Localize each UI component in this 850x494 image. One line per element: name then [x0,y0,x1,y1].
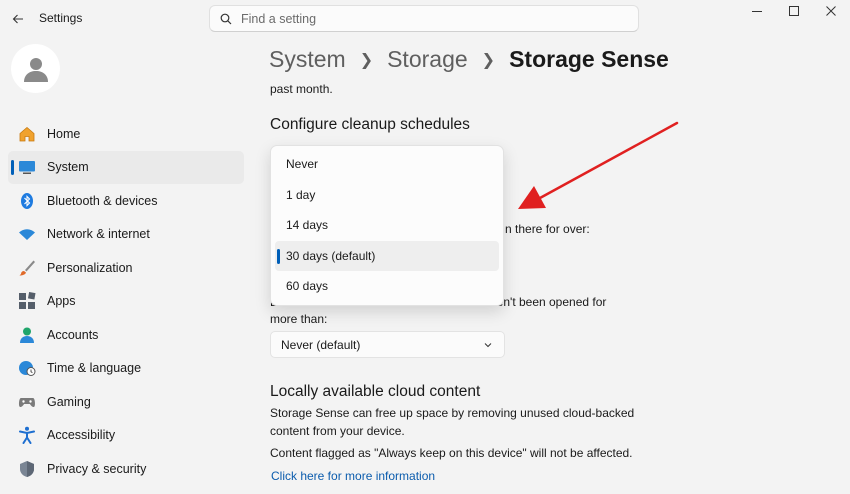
sidebar-item-personalization[interactable]: Personalization [8,251,244,285]
maximize-icon [789,6,799,16]
network-icon [18,225,36,243]
sidebar-item-label: Bluetooth & devices [47,193,158,208]
sidebar-item-label: Accessibility [47,428,116,443]
dropdown-option-30-days[interactable]: 30 days (default) [275,240,499,271]
avatar[interactable] [11,44,60,93]
sidebar-item-bluetooth[interactable]: Bluetooth & devices [8,184,244,218]
system-icon [18,158,36,176]
accessibility-icon [18,426,36,445]
recycle-bin-text-partial: n there for over: [505,222,590,236]
gamepad-icon [18,393,36,411]
breadcrumb-system[interactable]: System [269,46,346,73]
title-bar: Settings [0,0,850,38]
chevron-right-icon: ❯ [481,51,496,69]
sidebar-item-network[interactable]: Network & internet [8,218,244,252]
search-box[interactable] [209,5,639,32]
downloads-text-line2: more than: [270,312,328,326]
sidebar-item-label: Gaming [47,394,91,409]
sidebar-item-home[interactable]: Home [8,117,244,151]
annotation-arrow-icon [518,121,679,209]
home-icon [18,125,36,143]
sidebar-item-time-language[interactable]: Time & language [8,352,244,386]
sidebar-item-accounts[interactable]: Accounts [8,318,244,352]
close-button[interactable] [812,0,850,22]
sidebar-item-label: Network & internet [47,227,150,242]
minimize-button[interactable] [738,0,776,22]
dropdown-option-60-days[interactable]: 60 days [275,271,499,302]
cloud-flag-note: Content flagged as "Always keep on this … [270,446,633,460]
shield-icon [18,460,36,478]
dropdown-option-never[interactable]: Never [275,149,499,180]
back-button[interactable] [8,9,28,29]
sidebar-item-label: Privacy & security [47,461,147,476]
select-value: Never (default) [281,337,361,352]
cleanup-schedule-dropdown: Never 1 day 14 days 30 days (default) 60… [270,145,504,306]
dropdown-option-14-days[interactable]: 14 days [275,210,499,241]
close-icon [826,6,836,16]
sidebar-nav: Home System Bluetooth & devices Network … [8,117,244,486]
search-input[interactable] [241,11,621,26]
chevron-right-icon: ❯ [359,51,374,69]
breadcrumb-storage[interactable]: Storage [387,46,468,73]
brush-icon [18,259,36,277]
cloud-content-description-line1: Storage Sense can free up space by remov… [270,406,635,420]
cloud-content-heading: Locally available cloud content [270,383,481,400]
dropdown-option-1-day[interactable]: 1 day [275,180,499,211]
bluetooth-icon [18,192,36,210]
search-icon [220,13,232,24]
app-title: Settings [39,11,83,25]
sidebar-item-label: Time & language [47,361,142,376]
sidebar-item-label: Apps [47,294,76,309]
sidebar-item-label: Personalization [47,260,133,275]
accounts-icon [18,326,36,344]
breadcrumb: System ❯ Storage ❯ Storage Sense [269,46,669,73]
sidebar-item-apps[interactable]: Apps [8,285,244,319]
minimize-icon [752,11,762,12]
chevron-down-icon [484,343,492,348]
sidebar-item-label: Accounts [47,327,99,342]
more-info-link[interactable]: Click here for more information [271,469,435,483]
sidebar-item-privacy-security[interactable]: Privacy & security [8,452,244,486]
maximize-button[interactable] [775,0,813,22]
page-title: Storage Sense [509,46,669,72]
apps-icon [18,292,36,310]
downloads-cleanup-select[interactable]: Never (default) [270,331,505,358]
sidebar-item-label: Home [47,126,81,141]
globe-icon [18,359,36,377]
sidebar-item-gaming[interactable]: Gaming [8,385,244,419]
sidebar-item-system[interactable]: System [8,150,244,184]
sidebar-item-label: System [47,160,89,175]
sidebar-item-accessibility[interactable]: Accessibility [8,419,244,453]
cleanup-heading: Configure cleanup schedules [270,116,470,133]
cloud-content-description-line2: content from your device. [270,424,405,438]
past-month-text: past month. [270,82,333,96]
back-arrow-icon [12,14,23,24]
user-avatar-icon [23,57,48,82]
